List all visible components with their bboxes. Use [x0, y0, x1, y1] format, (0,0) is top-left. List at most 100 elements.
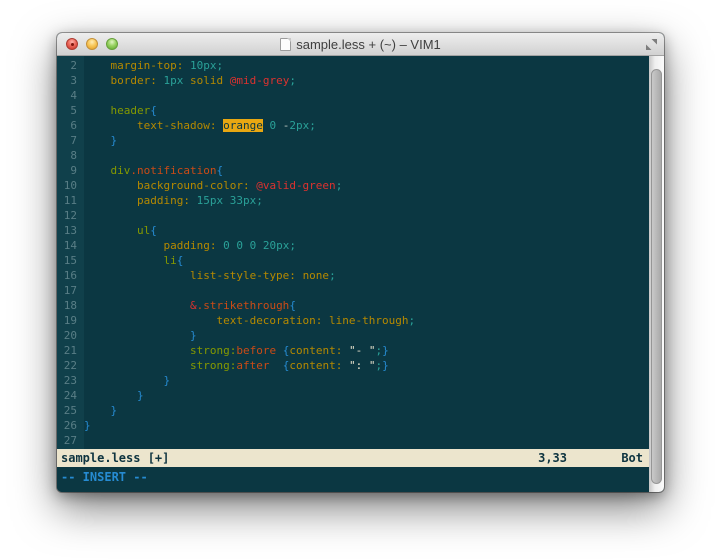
code-text	[84, 433, 649, 448]
code-text: div.notification{	[84, 163, 649, 178]
code-text: }	[84, 133, 649, 148]
syntax-token: {	[177, 254, 184, 267]
line-number: 6	[57, 118, 84, 133]
window-title: sample.less + (~) – VIM1	[296, 37, 441, 52]
close-button[interactable]	[66, 38, 78, 50]
code-text: }	[84, 328, 649, 343]
syntax-token: 10px	[190, 59, 217, 72]
syntax-token: ;	[409, 314, 416, 327]
syntax-token: none	[303, 269, 330, 282]
code-line: 25 }	[57, 403, 649, 418]
code-line: 16 list-style-type: none;	[57, 268, 649, 283]
titlebar[interactable]: sample.less + (~) – VIM1	[57, 33, 664, 56]
code-line: 27	[57, 433, 649, 448]
syntax-token	[183, 74, 190, 87]
line-number: 19	[57, 313, 84, 328]
code-line: 9 div.notification{	[57, 163, 649, 178]
code-line: 12	[57, 208, 649, 223]
code-text: margin-top: 10px;	[84, 58, 649, 73]
document-proxy-icon[interactable]	[280, 38, 291, 51]
code-line: 24 }	[57, 388, 649, 403]
code-text: border: 1px solid @mid-grey;	[84, 73, 649, 88]
code-text	[84, 208, 649, 223]
syntax-token: strong	[190, 359, 230, 372]
scroll-position: Bot	[621, 451, 643, 465]
code-line: 4	[57, 88, 649, 103]
syntax-token: @valid-green	[256, 179, 335, 192]
syntax-token: padding:	[137, 194, 190, 207]
scrollbar[interactable]	[649, 56, 664, 492]
syntax-token	[84, 134, 111, 147]
syntax-token: strong	[190, 344, 230, 357]
mode-line: -- INSERT --	[57, 467, 649, 492]
syntax-token	[84, 374, 163, 387]
syntax-token: ;	[329, 269, 336, 282]
line-number: 12	[57, 208, 84, 223]
syntax-token	[84, 269, 190, 282]
line-number: 17	[57, 283, 84, 298]
syntax-token	[296, 269, 303, 282]
syntax-token	[84, 299, 190, 312]
syntax-token: after	[236, 359, 269, 372]
line-number: 8	[57, 148, 84, 163]
line-number: 5	[57, 103, 84, 118]
line-number: 24	[57, 388, 84, 403]
line-number: 4	[57, 88, 84, 103]
vim-window: sample.less + (~) – VIM1 2 margin-top: 1…	[57, 33, 664, 492]
syntax-token: ;	[256, 194, 263, 207]
syntax-token: background-color:	[137, 179, 250, 192]
syntax-token	[84, 74, 111, 87]
line-number: 25	[57, 403, 84, 418]
code-line: 11 padding: 15px 33px;	[57, 193, 649, 208]
syntax-token: text-decoration:	[216, 314, 322, 327]
syntax-token	[276, 344, 283, 357]
syntax-token	[84, 179, 137, 192]
cursor-position: 3,33	[538, 451, 567, 465]
syntax-token: ;	[336, 179, 343, 192]
syntax-token: list-style-type:	[190, 269, 296, 282]
syntax-token	[84, 314, 216, 327]
syntax-token: ul	[137, 224, 150, 237]
code-text: header{	[84, 103, 649, 118]
syntax-token	[84, 239, 163, 252]
fullscreen-icon[interactable]	[645, 38, 658, 51]
syntax-token: 15px 33px	[197, 194, 257, 207]
editor[interactable]: 2 margin-top: 10px;3 border: 1px solid @…	[57, 56, 649, 449]
line-number: 9	[57, 163, 84, 178]
line-number: 10	[57, 178, 84, 193]
desktop: sample.less + (~) – VIM1 2 margin-top: 1…	[0, 0, 720, 559]
code-text: padding: 15px 33px;	[84, 193, 649, 208]
syntax-token: }	[137, 389, 144, 402]
syntax-token: before	[236, 344, 276, 357]
code-text: list-style-type: none;	[84, 268, 649, 283]
insert-mode-label: -- INSERT --	[61, 470, 148, 484]
syntax-token: text-shadow:	[137, 119, 216, 132]
code-text: strong:after {content: ": ";}	[84, 358, 649, 373]
syntax-token: content:	[289, 359, 342, 372]
syntax-token: }	[190, 329, 197, 342]
syntax-token	[84, 59, 111, 72]
syntax-token	[223, 74, 230, 87]
syntax-token: li	[163, 254, 176, 267]
syntax-token: ;	[216, 59, 223, 72]
code-line: 8	[57, 148, 649, 163]
syntax-token: {	[216, 164, 223, 177]
scrollbar-thumb[interactable]	[651, 69, 662, 484]
code-line: 6 text-shadow: orange 0 -2px;	[57, 118, 649, 133]
line-number: 21	[57, 343, 84, 358]
syntax-token: header	[111, 104, 151, 117]
code-line: 20 }	[57, 328, 649, 343]
syntax-token: padding:	[163, 239, 216, 252]
line-number: 20	[57, 328, 84, 343]
syntax-token: }	[382, 359, 389, 372]
code-line: 14 padding: 0 0 0 20px;	[57, 238, 649, 253]
zoom-button[interactable]	[106, 38, 118, 50]
line-number: 7	[57, 133, 84, 148]
code-text: }	[84, 388, 649, 403]
line-number: 26	[57, 418, 84, 433]
line-number: 3	[57, 73, 84, 88]
code-text: padding: 0 0 0 20px;	[84, 238, 649, 253]
code-line: 3 border: 1px solid @mid-grey;	[57, 73, 649, 88]
code-line: 21 strong:before {content: "- ";}	[57, 343, 649, 358]
minimize-button[interactable]	[86, 38, 98, 50]
